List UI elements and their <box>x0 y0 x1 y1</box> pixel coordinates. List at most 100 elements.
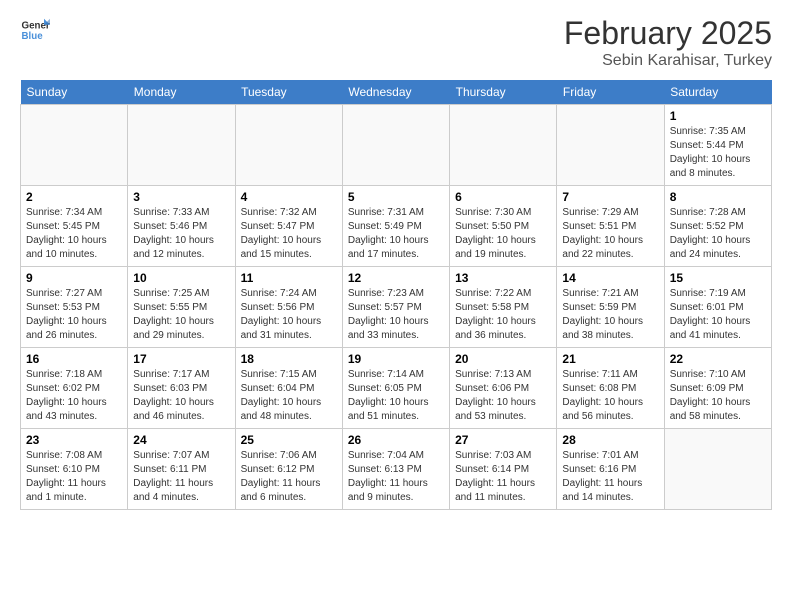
calendar-cell: 12 Sunrise: 7:23 AM Sunset: 5:57 PM Dayli… <box>342 267 449 348</box>
title-block: February 2025 Sebin Karahisar, Turkey <box>564 15 772 70</box>
calendar-week-2: 9 Sunrise: 7:27 AM Sunset: 5:53 PM Daylig… <box>21 267 772 348</box>
calendar-cell: 28 Sunrise: 7:01 AM Sunset: 6:16 PM Dayli… <box>557 429 664 510</box>
day-number: 26 <box>348 433 444 447</box>
day-info: Sunrise: 7:06 AM Sunset: 6:12 PM Dayligh… <box>241 449 337 505</box>
day-number: 19 <box>348 352 444 366</box>
calendar-cell: 8 Sunrise: 7:28 AM Sunset: 5:52 PM Daylig… <box>664 186 771 267</box>
calendar-cell: 22 Sunrise: 7:10 AM Sunset: 6:09 PM Dayli… <box>664 348 771 429</box>
day-number: 13 <box>455 271 551 285</box>
day-number: 3 <box>133 190 229 204</box>
day-number: 18 <box>241 352 337 366</box>
day-info: Sunrise: 7:24 AM Sunset: 5:56 PM Dayligh… <box>241 287 337 343</box>
day-info: Sunrise: 7:23 AM Sunset: 5:57 PM Dayligh… <box>348 287 444 343</box>
day-number: 12 <box>348 271 444 285</box>
calendar-week-3: 16 Sunrise: 7:18 AM Sunset: 6:02 PM Dayli… <box>21 348 772 429</box>
header-sunday: Sunday <box>21 80 128 105</box>
calendar-cell <box>128 105 235 186</box>
calendar-table: Sunday Monday Tuesday Wednesday Thursday… <box>20 80 772 510</box>
day-number: 20 <box>455 352 551 366</box>
header-friday: Friday <box>557 80 664 105</box>
calendar-cell <box>342 105 449 186</box>
day-number: 28 <box>562 433 658 447</box>
day-info: Sunrise: 7:11 AM Sunset: 6:08 PM Dayligh… <box>562 368 658 424</box>
day-info: Sunrise: 7:34 AM Sunset: 5:45 PM Dayligh… <box>26 206 122 262</box>
calendar-cell: 2Sunrise: 7:34 AM Sunset: 5:45 PM Daylig… <box>21 186 128 267</box>
calendar-cell: 13 Sunrise: 7:22 AM Sunset: 5:58 PM Dayli… <box>450 267 557 348</box>
day-number: 23 <box>26 433 122 447</box>
day-info: Sunrise: 7:29 AM Sunset: 5:51 PM Dayligh… <box>562 206 658 262</box>
day-number: 7 <box>562 190 658 204</box>
day-info: Sunrise: 7:03 AM Sunset: 6:14 PM Dayligh… <box>455 449 551 505</box>
calendar-cell: 1 Sunrise: 7:35 AM Sunset: 5:44 PM Daylig… <box>664 105 771 186</box>
day-info: Sunrise: 7:07 AM Sunset: 6:11 PM Dayligh… <box>133 449 229 505</box>
calendar-cell: 23 Sunrise: 7:08 AM Sunset: 6:10 PM Dayli… <box>21 429 128 510</box>
day-info: Sunrise: 7:14 AM Sunset: 6:05 PM Dayligh… <box>348 368 444 424</box>
calendar-week-4: 23 Sunrise: 7:08 AM Sunset: 6:10 PM Dayli… <box>21 429 772 510</box>
day-number: 21 <box>562 352 658 366</box>
day-number: 6 <box>455 190 551 204</box>
day-info: Sunrise: 7:28 AM Sunset: 5:52 PM Dayligh… <box>670 206 766 262</box>
calendar-cell: 27Sunrise: 7:03 AM Sunset: 6:14 PM Dayli… <box>450 429 557 510</box>
day-number: 8 <box>670 190 766 204</box>
page-container: General Blue February 2025 Sebin Karahis… <box>0 0 792 520</box>
day-info: Sunrise: 7:30 AM Sunset: 5:50 PM Dayligh… <box>455 206 551 262</box>
calendar-subtitle: Sebin Karahisar, Turkey <box>564 52 772 70</box>
day-info: Sunrise: 7:01 AM Sunset: 6:16 PM Dayligh… <box>562 449 658 505</box>
calendar-cell: 16 Sunrise: 7:18 AM Sunset: 6:02 PM Dayli… <box>21 348 128 429</box>
calendar-cell: 17 Sunrise: 7:17 AM Sunset: 6:03 PM Dayli… <box>128 348 235 429</box>
calendar-cell: 15Sunrise: 7:19 AM Sunset: 6:01 PM Dayli… <box>664 267 771 348</box>
day-number: 10 <box>133 271 229 285</box>
header-tuesday: Tuesday <box>235 80 342 105</box>
day-info: Sunrise: 7:32 AM Sunset: 5:47 PM Dayligh… <box>241 206 337 262</box>
day-info: Sunrise: 7:33 AM Sunset: 5:46 PM Dayligh… <box>133 206 229 262</box>
calendar-week-0: 1 Sunrise: 7:35 AM Sunset: 5:44 PM Daylig… <box>21 105 772 186</box>
calendar-cell <box>21 105 128 186</box>
day-number: 4 <box>241 190 337 204</box>
calendar-cell: 4 Sunrise: 7:32 AM Sunset: 5:47 PM Daylig… <box>235 186 342 267</box>
day-info: Sunrise: 7:21 AM Sunset: 5:59 PM Dayligh… <box>562 287 658 343</box>
calendar-cell: 14 Sunrise: 7:21 AM Sunset: 5:59 PM Dayli… <box>557 267 664 348</box>
page-header: General Blue February 2025 Sebin Karahis… <box>20 15 772 70</box>
calendar-cell: 9 Sunrise: 7:27 AM Sunset: 5:53 PM Daylig… <box>21 267 128 348</box>
calendar-title: February 2025 <box>564 15 772 52</box>
calendar-body: 1 Sunrise: 7:35 AM Sunset: 5:44 PM Daylig… <box>21 105 772 510</box>
day-number: 14 <box>562 271 658 285</box>
calendar-cell: 20Sunrise: 7:13 AM Sunset: 6:06 PM Dayli… <box>450 348 557 429</box>
header-monday: Monday <box>128 80 235 105</box>
svg-text:Blue: Blue <box>22 31 44 42</box>
day-number: 11 <box>241 271 337 285</box>
day-number: 15 <box>670 271 766 285</box>
calendar-cell: 10Sunrise: 7:25 AM Sunset: 5:55 PM Dayli… <box>128 267 235 348</box>
logo: General Blue <box>20 15 54 45</box>
calendar-cell <box>450 105 557 186</box>
calendar-cell: 19 Sunrise: 7:14 AM Sunset: 6:05 PM Dayli… <box>342 348 449 429</box>
calendar-cell: 18 Sunrise: 7:15 AM Sunset: 6:04 PM Dayli… <box>235 348 342 429</box>
day-info: Sunrise: 7:08 AM Sunset: 6:10 PM Dayligh… <box>26 449 122 505</box>
calendar-header-row: Sunday Monday Tuesday Wednesday Thursday… <box>21 80 772 105</box>
day-number: 24 <box>133 433 229 447</box>
day-number: 17 <box>133 352 229 366</box>
day-info: Sunrise: 7:22 AM Sunset: 5:58 PM Dayligh… <box>455 287 551 343</box>
calendar-week-1: 2Sunrise: 7:34 AM Sunset: 5:45 PM Daylig… <box>21 186 772 267</box>
day-info: Sunrise: 7:18 AM Sunset: 6:02 PM Dayligh… <box>26 368 122 424</box>
day-info: Sunrise: 7:10 AM Sunset: 6:09 PM Dayligh… <box>670 368 766 424</box>
day-number: 1 <box>670 109 766 123</box>
calendar-cell: 21 Sunrise: 7:11 AM Sunset: 6:08 PM Dayli… <box>557 348 664 429</box>
calendar-cell: 11 Sunrise: 7:24 AM Sunset: 5:56 PM Dayli… <box>235 267 342 348</box>
day-number: 22 <box>670 352 766 366</box>
calendar-cell: 5Sunrise: 7:31 AM Sunset: 5:49 PM Daylig… <box>342 186 449 267</box>
day-info: Sunrise: 7:31 AM Sunset: 5:49 PM Dayligh… <box>348 206 444 262</box>
header-thursday: Thursday <box>450 80 557 105</box>
calendar-cell <box>664 429 771 510</box>
day-info: Sunrise: 7:35 AM Sunset: 5:44 PM Dayligh… <box>670 125 766 181</box>
day-info: Sunrise: 7:15 AM Sunset: 6:04 PM Dayligh… <box>241 368 337 424</box>
day-number: 25 <box>241 433 337 447</box>
day-number: 16 <box>26 352 122 366</box>
day-info: Sunrise: 7:17 AM Sunset: 6:03 PM Dayligh… <box>133 368 229 424</box>
calendar-cell: 3 Sunrise: 7:33 AM Sunset: 5:46 PM Daylig… <box>128 186 235 267</box>
header-wednesday: Wednesday <box>342 80 449 105</box>
day-number: 9 <box>26 271 122 285</box>
calendar-cell: 26Sunrise: 7:04 AM Sunset: 6:13 PM Dayli… <box>342 429 449 510</box>
calendar-cell: 7 Sunrise: 7:29 AM Sunset: 5:51 PM Daylig… <box>557 186 664 267</box>
day-info: Sunrise: 7:27 AM Sunset: 5:53 PM Dayligh… <box>26 287 122 343</box>
